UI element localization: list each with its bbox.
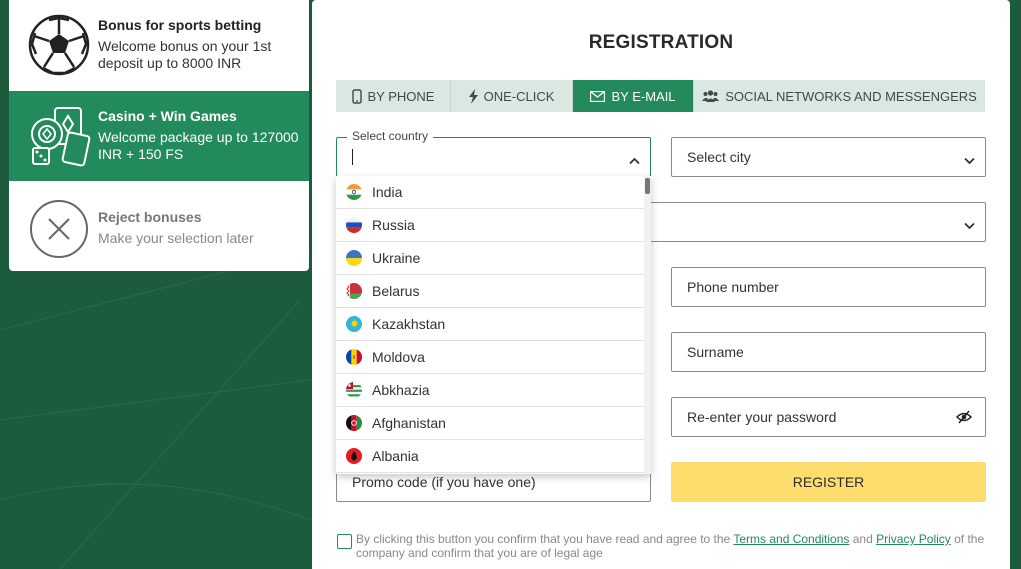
tab-label: Social networks and messengers <box>725 88 977 104</box>
bonus-description: Make your selection later <box>98 230 254 246</box>
country-name: India <box>372 184 403 200</box>
register-button[interactable]: Register <box>671 462 986 502</box>
chevron-up-icon <box>629 152 640 168</box>
agree-text-part1: By clicking this button you confirm that… <box>356 532 734 546</box>
privacy-policy-link[interactable]: Privacy Policy <box>876 532 951 546</box>
reject-x-icon <box>30 200 88 258</box>
flag-russia-icon <box>346 217 362 233</box>
country-option-albania[interactable]: Albania <box>336 440 644 473</box>
city-select-placeholder: Select city <box>687 149 751 165</box>
flag-india-icon <box>346 184 362 200</box>
country-option-kazakhstan[interactable]: Kazakhstan <box>336 308 644 341</box>
country-name: Russia <box>372 217 415 233</box>
text-caret <box>352 149 353 165</box>
terms-agreement: By clicking this button you confirm that… <box>336 532 988 560</box>
bonus-description: Welcome package up to 127000 INR + 150 F… <box>98 129 299 162</box>
flag-kazakhstan-icon <box>346 316 362 332</box>
tab-label: By e-mail <box>611 88 676 104</box>
phone-number-placeholder: Phone number <box>687 279 779 295</box>
scrollbar-thumb[interactable] <box>645 178 650 194</box>
registration-tabs: By phone One-click By e-mail Social netw… <box>336 80 985 112</box>
agree-checkbox[interactable] <box>337 534 352 549</box>
bonus-title: Casino + Win Games <box>98 108 237 124</box>
country-name: Moldova <box>372 349 425 365</box>
country-option-belarus[interactable]: Belarus <box>336 275 644 308</box>
surname-placeholder: Surname <box>687 344 744 360</box>
eye-slash-icon[interactable] <box>955 410 973 427</box>
tab-by-email[interactable]: By e-mail <box>573 80 694 112</box>
agree-text-and: and <box>849 532 877 546</box>
surname-input[interactable]: Surname <box>671 332 986 372</box>
dropdown-scrollbar[interactable] <box>644 176 651 474</box>
country-dropdown: India Russia Ukraine Belarus Kazakhstan … <box>336 176 651 474</box>
country-option-abkhazia[interactable]: Abkhazia <box>336 374 644 407</box>
tab-label: By phone <box>367 88 435 104</box>
tab-by-phone[interactable]: By phone <box>336 80 451 112</box>
page-title: REGISTRATION <box>588 32 734 53</box>
bonus-option-sports[interactable]: Bonus for sports betting Welcome bonus o… <box>9 0 309 90</box>
envelope-icon <box>590 90 606 102</box>
country-name: Albania <box>372 448 419 464</box>
flag-ukraine-icon <box>346 250 362 266</box>
country-option-afghanistan[interactable]: Afghanistan <box>336 407 644 440</box>
tab-social-networks[interactable]: Social networks and messengers <box>694 80 985 112</box>
bonus-title: Bonus for sports betting <box>98 17 262 33</box>
bonus-description: Welcome bonus on your 1st deposit up to … <box>98 38 272 71</box>
country-option-ukraine[interactable]: Ukraine <box>336 242 644 275</box>
country-name: Abkhazia <box>372 382 430 398</box>
country-option-russia[interactable]: Russia <box>336 209 644 242</box>
country-name: Ukraine <box>372 250 421 266</box>
country-option-moldova[interactable]: Moldova <box>336 341 644 374</box>
city-select[interactable]: Select city <box>671 137 986 177</box>
flag-moldova-icon <box>346 349 362 365</box>
bonus-panel: Bonus for sports betting Welcome bonus o… <box>9 0 309 271</box>
country-option-india[interactable]: India <box>336 176 644 209</box>
chevron-down-icon <box>964 217 975 233</box>
country-name: Belarus <box>372 283 420 299</box>
soccer-ball-icon <box>28 14 90 76</box>
tab-one-click[interactable]: One-click <box>451 80 573 112</box>
lightning-icon <box>468 88 478 104</box>
flag-belarus-icon <box>346 283 362 299</box>
phone-number-input[interactable]: Phone number <box>671 267 986 307</box>
casino-chips-icon <box>31 107 91 167</box>
terms-link[interactable]: Terms and Conditions <box>733 532 849 546</box>
bonus-option-casino[interactable]: Casino + Win Games Welcome package up to… <box>9 91 309 181</box>
country-name: Afghanistan <box>372 415 446 431</box>
bonus-option-reject[interactable]: Reject bonuses Make your selection later <box>9 181 309 271</box>
country-select-label: Select country <box>347 129 434 143</box>
country-name: Kazakhstan <box>372 316 446 332</box>
phone-icon <box>351 88 362 104</box>
chevron-down-icon <box>964 152 975 168</box>
reenter-password-input[interactable]: Re-enter your password <box>671 397 986 437</box>
tab-label: One-click <box>483 88 555 104</box>
users-icon <box>702 90 720 102</box>
bonus-title: Reject bonuses <box>98 209 202 225</box>
flag-albania-icon <box>346 448 362 464</box>
promo-code-placeholder: Promo code (if you have one) <box>352 474 536 490</box>
country-select[interactable]: Select country <box>336 129 651 177</box>
flag-afghanistan-icon <box>346 415 362 431</box>
reenter-password-placeholder: Re-enter your password <box>687 409 837 425</box>
flag-abkhazia-icon <box>346 382 362 398</box>
